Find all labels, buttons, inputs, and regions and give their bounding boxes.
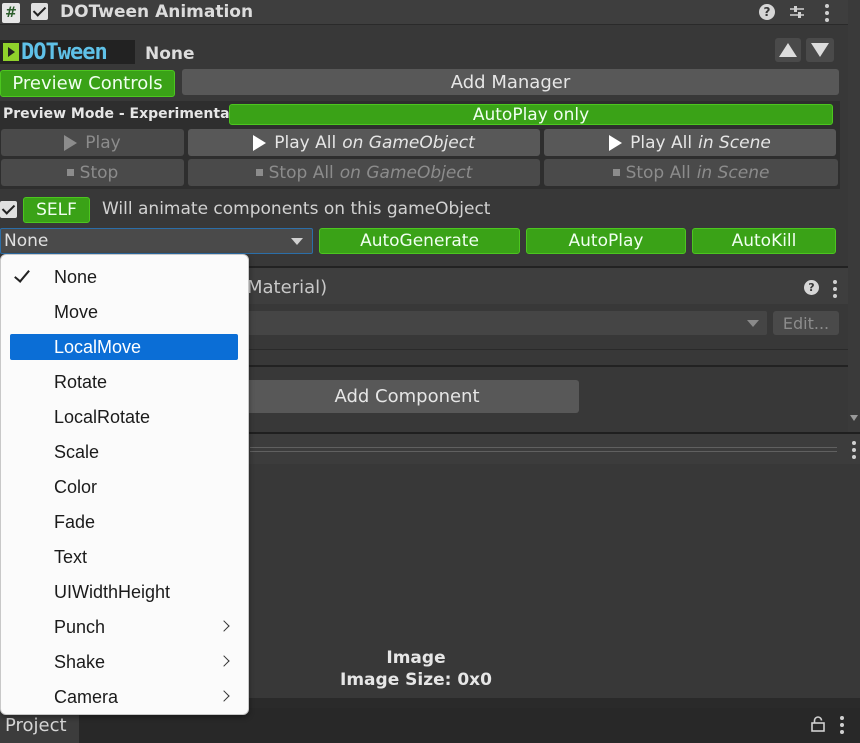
material-label: Material) xyxy=(247,277,328,298)
stop-button[interactable]: Stop xyxy=(1,159,184,186)
play-icon xyxy=(253,134,267,151)
stop-all-scene-button[interactable]: Stop All in Scene xyxy=(544,159,838,186)
add-component-button[interactable]: Add Component xyxy=(235,380,579,413)
submenu-arrow-icon xyxy=(218,690,230,702)
menu-item-label: UIWidthHeight xyxy=(54,581,171,602)
dropdown-arrow-icon xyxy=(747,320,759,327)
shader-dropdown[interactable] xyxy=(247,311,767,335)
stop-all-gameobject-button[interactable]: Stop All on GameObject xyxy=(188,159,540,186)
checkmark-icon xyxy=(14,266,30,283)
menu-item-label: Camera xyxy=(54,686,119,707)
autoplay-only-button[interactable]: AutoPlay only xyxy=(229,104,833,125)
move-down-button[interactable] xyxy=(806,38,834,62)
menu-item-fade[interactable]: Fade xyxy=(10,509,238,535)
menu-item-move[interactable]: Move xyxy=(10,299,238,325)
edit-shader-button[interactable]: Edit... xyxy=(773,311,839,335)
menu-item-none[interactable]: None xyxy=(10,264,238,290)
component-enabled-checkbox[interactable] xyxy=(31,3,48,20)
scrollbar[interactable] xyxy=(848,0,860,432)
arrow-down-icon xyxy=(811,43,829,57)
menu-item-label: Fade xyxy=(54,511,96,532)
menu-item-color[interactable]: Color xyxy=(10,474,238,500)
autoplay-toggle[interactable]: AutoPlay xyxy=(526,228,686,254)
preview-controls-button[interactable]: Preview Controls xyxy=(0,70,175,97)
stop-icon xyxy=(66,169,74,176)
self-checkbox[interactable] xyxy=(0,201,17,218)
material-help-icon[interactable]: ? xyxy=(804,280,819,295)
add-manager-button[interactable]: Add Manager xyxy=(182,69,839,95)
arrow-up-icon xyxy=(779,43,797,57)
menu-item-rotate[interactable]: Rotate xyxy=(10,369,238,395)
animation-type-value: None xyxy=(4,231,49,251)
material-menu-icon[interactable] xyxy=(833,280,837,301)
preview-mode-label: Preview Mode - Experimental xyxy=(3,106,235,122)
dropdown-arrow-icon xyxy=(291,238,303,245)
menu-item-shake[interactable]: Shake xyxy=(10,649,238,675)
play-icon xyxy=(64,134,78,151)
play-button[interactable]: Play xyxy=(1,129,184,156)
animation-type-menu: None Move LocalMove Rotate LocalRotate Scale C… xyxy=(0,254,249,715)
menu-item-label: Color xyxy=(54,476,98,497)
menu-item-label: Rotate xyxy=(54,371,108,392)
preview-menu-icon[interactable] xyxy=(852,441,856,462)
submenu-arrow-icon xyxy=(218,655,230,667)
play-logo-icon xyxy=(3,43,19,61)
stop-icon xyxy=(255,169,263,176)
dotween-logo-text: DOTween xyxy=(21,39,108,65)
menu-item-label: Text xyxy=(54,546,88,567)
animation-type-dropdown[interactable]: None xyxy=(0,228,313,254)
move-up-button[interactable] xyxy=(775,38,801,62)
menu-item-label: Punch xyxy=(54,616,106,637)
submenu-arrow-icon xyxy=(218,620,230,632)
menu-item-camera[interactable]: Camera xyxy=(10,684,238,710)
play-all-scene-button[interactable]: Play All in Scene xyxy=(544,129,836,156)
menu-item-label: Move xyxy=(54,301,99,322)
component-title: DOTween Animation xyxy=(60,2,254,22)
scroll-down-arrow-icon[interactable] xyxy=(850,415,858,421)
context-menu-icon[interactable] xyxy=(825,4,829,25)
autokill-toggle[interactable]: AutoKill xyxy=(692,228,836,254)
project-menu-icon[interactable] xyxy=(840,716,844,737)
menu-item-label: Shake xyxy=(54,651,106,672)
menu-item-punch[interactable]: Punch xyxy=(10,614,238,640)
dotween-status: None xyxy=(145,44,195,64)
self-button[interactable]: SELF xyxy=(23,197,90,223)
dotween-logo: DOTween xyxy=(0,39,135,65)
menu-item-label: None xyxy=(54,266,98,287)
menu-item-scale[interactable]: Scale xyxy=(10,439,238,465)
menu-item-text[interactable]: Text xyxy=(10,544,238,570)
script-icon: # xyxy=(2,3,20,23)
play-icon xyxy=(609,134,623,151)
autogenerate-toggle[interactable]: AutoGenerate xyxy=(319,228,520,254)
lock-icon[interactable] xyxy=(811,716,825,732)
presets-icon[interactable] xyxy=(789,4,805,20)
self-description: Will animate components on this gameObje… xyxy=(102,199,491,219)
menu-item-label: LocalRotate xyxy=(54,406,151,427)
stop-icon xyxy=(612,169,620,176)
help-icon[interactable]: ? xyxy=(759,4,775,20)
menu-item-label: Scale xyxy=(54,441,100,462)
project-tab-label: Project xyxy=(5,715,67,736)
menu-item-localrotate[interactable]: LocalRotate xyxy=(10,404,238,430)
play-all-gameobject-button[interactable]: Play All on GameObject xyxy=(188,129,540,156)
menu-item-uiwidthheight[interactable]: UIWidthHeight xyxy=(10,579,238,605)
menu-item-label: LocalMove xyxy=(54,336,142,357)
menu-item-localmove[interactable]: LocalMove xyxy=(10,334,238,360)
